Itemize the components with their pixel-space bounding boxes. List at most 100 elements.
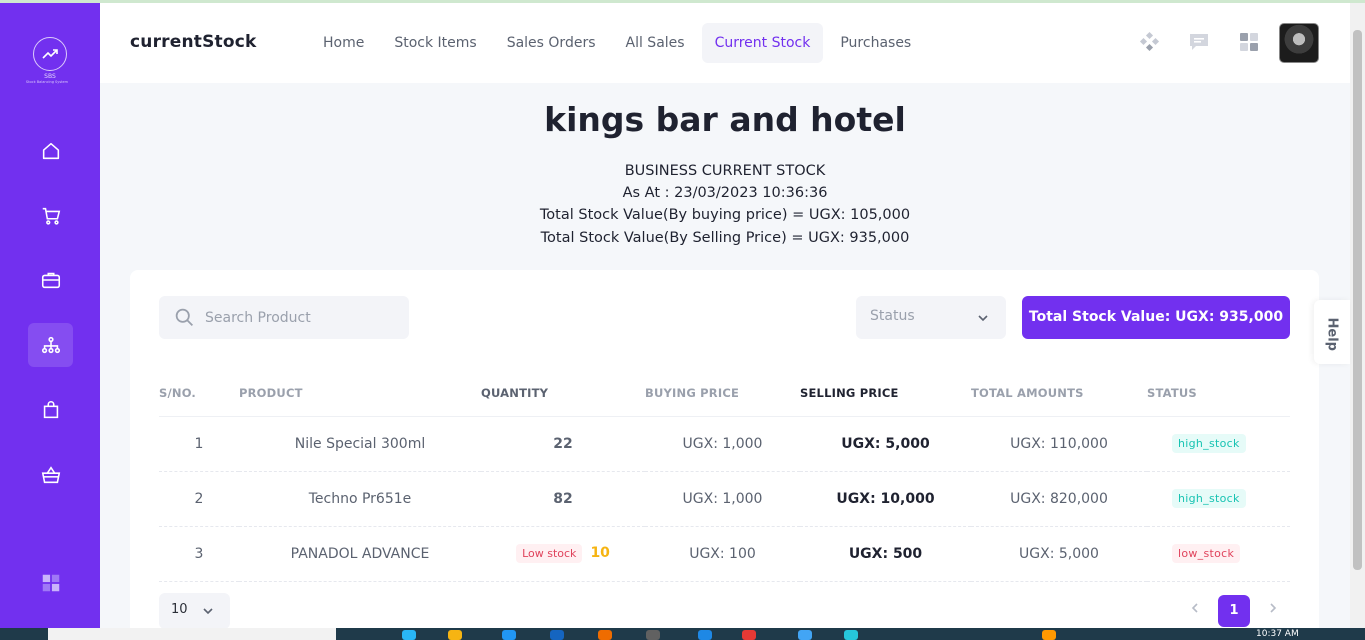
cell-quantity: 82 bbox=[481, 471, 645, 527]
sidebar-item-briefcase[interactable] bbox=[28, 258, 73, 302]
col-selling-price[interactable]: SELLING PRICE bbox=[800, 370, 971, 417]
user-avatar[interactable] bbox=[1279, 23, 1319, 63]
cell-sn: 3 bbox=[159, 526, 239, 582]
cell-sn: 1 bbox=[159, 416, 239, 472]
taskbar-app-icon[interactable] bbox=[742, 630, 756, 640]
taskbar-app-icon[interactable] bbox=[844, 630, 858, 640]
menu-all-sales[interactable]: All Sales bbox=[613, 23, 698, 63]
diamond-grid-icon[interactable] bbox=[1138, 31, 1160, 53]
business-name: kings bar and hotel bbox=[544, 100, 906, 139]
chevron-down-icon bbox=[978, 315, 988, 322]
menu-home[interactable]: Home bbox=[310, 23, 377, 63]
help-tab[interactable]: Help bbox=[1314, 300, 1350, 364]
taskbar-app-icon[interactable] bbox=[798, 630, 812, 640]
app-logo[interactable]: SBS Stock Balancing System bbox=[26, 37, 72, 93]
report-as-at: As At : 23/03/2023 10:36:36 bbox=[622, 185, 828, 201]
total-stock-value-button[interactable]: Total Stock Value: UGX: 935,000 bbox=[1022, 296, 1290, 339]
basket-icon bbox=[41, 466, 60, 484]
stock-table: S/NO. PRODUCT QUANTITY BUYING PRICE SELL… bbox=[159, 370, 1290, 582]
cell-total: UGX: 820,000 bbox=[971, 471, 1147, 527]
cell-sn: 2 bbox=[159, 471, 239, 527]
taskbar-app-icon[interactable] bbox=[698, 630, 712, 640]
search-input[interactable] bbox=[205, 296, 400, 339]
menu-sales-orders[interactable]: Sales Orders bbox=[494, 23, 609, 63]
cell-quantity: 22 bbox=[481, 416, 645, 472]
page-size-value: 10 bbox=[171, 602, 188, 617]
cell-selling-price: UGX: 10,000 bbox=[800, 471, 971, 527]
search-icon bbox=[175, 308, 193, 326]
cell-selling-price: UGX: 5,000 bbox=[800, 416, 971, 472]
cell-total: UGX: 110,000 bbox=[971, 416, 1147, 472]
table-row[interactable]: 3 PANADOL ADVANCE Low stock 10 UGX: 100 U… bbox=[159, 526, 1290, 582]
scrollbar[interactable] bbox=[1350, 3, 1365, 628]
cell-product: Techno Pr651e bbox=[239, 471, 481, 527]
cell-product: PANADOL ADVANCE bbox=[239, 526, 481, 582]
search-box bbox=[159, 296, 409, 339]
trend-icon bbox=[33, 37, 67, 71]
apps-icon bbox=[42, 574, 59, 592]
report-heading: BUSINESS CURRENT STOCK bbox=[624, 163, 826, 179]
sidebar-item-bag[interactable] bbox=[28, 388, 73, 432]
col-status[interactable]: STATUS bbox=[1147, 370, 1290, 417]
taskbar-search[interactable] bbox=[48, 628, 336, 640]
page-title: currentStock bbox=[130, 32, 257, 52]
menu-current-stock[interactable]: Current Stock bbox=[701, 23, 824, 63]
sidebar-item-home[interactable] bbox=[28, 129, 73, 173]
cart-icon bbox=[42, 207, 60, 225]
bag-icon bbox=[43, 401, 58, 419]
logo-subtitle: Stock Balancing System bbox=[25, 80, 69, 84]
taskbar-app-icon[interactable] bbox=[550, 630, 564, 640]
home-icon bbox=[42, 142, 59, 160]
taskbar-app-icon[interactable] bbox=[598, 630, 612, 640]
top-menu: Home Stock Items Sales Orders All Sales … bbox=[310, 23, 928, 63]
table-row[interactable]: 2 Techno Pr651e 82 UGX: 1,000 UGX: 10,00… bbox=[159, 471, 1290, 527]
low-stock-badge: Low stock bbox=[516, 544, 583, 563]
cell-buying-price: UGX: 1,000 bbox=[645, 471, 800, 527]
taskbar-app-icon[interactable] bbox=[448, 630, 462, 640]
taskbar-app-icon[interactable] bbox=[646, 630, 660, 640]
status-select-label: Status bbox=[870, 308, 915, 324]
chevron-left-icon[interactable] bbox=[1188, 601, 1202, 615]
buying-total: Total Stock Value(By buying price) = UGX… bbox=[539, 207, 911, 223]
cell-total: UGX: 5,000 bbox=[971, 526, 1147, 582]
status-badge: high_stock bbox=[1172, 489, 1246, 508]
scroll-thumb[interactable] bbox=[1353, 30, 1362, 570]
cell-buying-price: UGX: 100 bbox=[645, 526, 800, 582]
menu-stock-items[interactable]: Stock Items bbox=[381, 23, 489, 63]
taskbar-clock[interactable]: 10:37 AM bbox=[1256, 629, 1299, 639]
selling-total: Total Stock Value(By Selling Price) = UG… bbox=[540, 230, 910, 246]
stock-card: Status Total Stock Value: UGX: 935,000 S… bbox=[130, 270, 1319, 640]
taskbar-app-icon[interactable] bbox=[502, 630, 516, 640]
col-sn[interactable]: S/NO. bbox=[159, 370, 239, 417]
cell-buying-price: UGX: 1,000 bbox=[645, 416, 800, 472]
chevron-down-icon bbox=[203, 608, 213, 615]
cell-product: Nile Special 300ml bbox=[239, 416, 481, 472]
hierarchy-icon bbox=[41, 336, 60, 354]
page-button-current[interactable]: 1 bbox=[1218, 595, 1250, 627]
briefcase-icon bbox=[41, 272, 60, 289]
col-total-amounts[interactable]: TOTAL AMOUNTS bbox=[971, 370, 1147, 417]
taskbar-app-icon[interactable] bbox=[402, 630, 416, 640]
sidebar-item-hierarchy[interactable] bbox=[28, 323, 73, 367]
chevron-right-icon[interactable] bbox=[1266, 601, 1280, 615]
dashboard-icon[interactable] bbox=[1238, 31, 1260, 53]
logo-text: SBS bbox=[44, 73, 56, 80]
col-quantity[interactable]: QUANTITY bbox=[481, 370, 645, 417]
quantity-value: 10 bbox=[590, 545, 610, 561]
status-select[interactable]: Status bbox=[856, 296, 1006, 339]
status-badge: high_stock bbox=[1172, 434, 1246, 453]
table-row[interactable]: 1 Nile Special 300ml 22 UGX: 1,000 UGX: … bbox=[159, 416, 1290, 472]
page-size-select[interactable]: 10 bbox=[159, 593, 230, 629]
sidebar-item-cart[interactable] bbox=[28, 194, 73, 238]
status-badge: low_stock bbox=[1172, 544, 1241, 563]
chat-icon[interactable] bbox=[1188, 31, 1210, 53]
sidebar-item-basket[interactable] bbox=[28, 453, 73, 497]
sidebar: SBS Stock Balancing System bbox=[0, 3, 100, 628]
col-buying-price[interactable]: BUYING PRICE bbox=[645, 370, 800, 417]
table-header-row: S/NO. PRODUCT QUANTITY BUYING PRICE SELL… bbox=[159, 370, 1290, 417]
sidebar-item-apps[interactable] bbox=[28, 561, 73, 605]
menu-purchases[interactable]: Purchases bbox=[827, 23, 924, 63]
col-product[interactable]: PRODUCT bbox=[239, 370, 481, 417]
taskbar-app-icon[interactable] bbox=[1042, 630, 1056, 640]
help-label: Help bbox=[1324, 317, 1340, 351]
